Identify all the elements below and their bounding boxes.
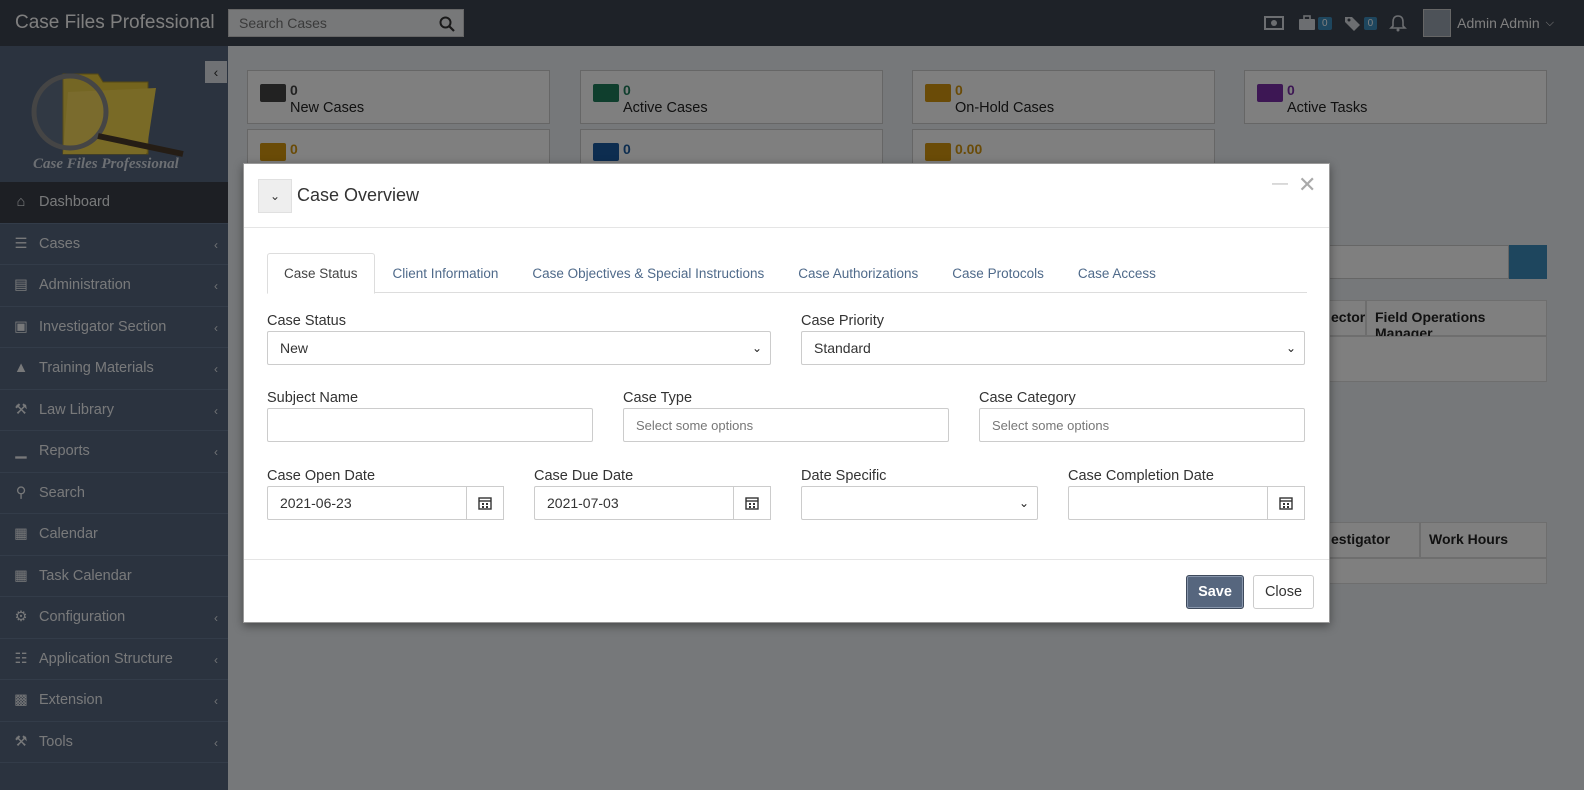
tab-client-information[interactable]: Client Information <box>377 253 515 293</box>
case-priority-value: Standard <box>814 340 871 356</box>
chevron-down-icon: ⌄ <box>751 341 762 355</box>
date-specific-select[interactable]: ⌄ <box>801 486 1038 520</box>
case-open-date-input[interactable]: 2021-06-23 <box>267 486 504 520</box>
calendar-icon[interactable] <box>1267 486 1305 520</box>
subject-name-input[interactable] <box>267 408 593 442</box>
chevron-down-icon: ⌄ <box>1018 496 1029 510</box>
case-open-date-label: Case Open Date <box>267 468 376 484</box>
case-priority-select[interactable]: Standard ⌄ <box>801 331 1305 365</box>
tab-case-status[interactable]: Case Status <box>267 253 375 294</box>
case-completion-date-label: Case Completion Date <box>1068 468 1214 484</box>
case-priority-label: Case Priority <box>801 313 884 329</box>
modal-tabs: Case Status Client Information Case Obje… <box>267 253 1307 294</box>
modal-title: Case Overview <box>297 185 420 205</box>
tab-case-protocols[interactable]: Case Protocols <box>936 253 1060 293</box>
case-status-select[interactable]: New ⌄ <box>267 331 771 365</box>
calendar-icon[interactable] <box>733 486 771 520</box>
chevron-down-icon: ⌄ <box>1285 341 1296 355</box>
tab-case-access[interactable]: Case Access <box>1062 253 1172 293</box>
close-button[interactable]: Close <box>1253 575 1314 609</box>
case-type-label: Case Type <box>623 390 693 406</box>
case-category-placeholder: Select some options <box>992 417 1110 433</box>
case-type-placeholder: Select some options <box>636 417 754 433</box>
case-status-label: Case Status <box>267 313 346 329</box>
subject-name-label: Subject Name <box>267 390 359 406</box>
chevron-down-icon: ⌄ <box>269 189 281 203</box>
close-icon[interactable]: ✕ <box>1298 174 1316 196</box>
modal-footer: Save Close <box>244 559 1329 623</box>
case-category-multiselect[interactable]: Select some options <box>979 408 1305 442</box>
modal-header: ⌄ Case Overview — ✕ <box>244 164 1329 228</box>
case-status-value: New <box>280 340 309 356</box>
case-due-date-label: Case Due Date <box>534 468 634 484</box>
case-type-multiselect[interactable]: Select some options <box>623 408 949 442</box>
modal-collapse-button[interactable]: ⌄ <box>258 179 292 213</box>
case-category-label: Case Category <box>979 390 1076 406</box>
case-overview-modal: ⌄ Case Overview — ✕ Case Status Client I… <box>243 163 1330 623</box>
case-due-date-input[interactable]: 2021-07-03 <box>534 486 771 520</box>
minimize-icon[interactable]: — <box>1272 175 1288 193</box>
case-completion-date-input[interactable] <box>1068 486 1305 520</box>
tab-case-authorizations[interactable]: Case Authorizations <box>782 253 934 293</box>
calendar-icon[interactable] <box>466 486 504 520</box>
tab-case-objectives[interactable]: Case Objectives & Special Instructions <box>516 253 780 293</box>
case-due-date-value: 2021-07-03 <box>547 495 619 511</box>
date-specific-label: Date Specific <box>801 468 887 484</box>
save-button[interactable]: Save <box>1186 575 1244 609</box>
case-open-date-value: 2021-06-23 <box>280 495 352 511</box>
